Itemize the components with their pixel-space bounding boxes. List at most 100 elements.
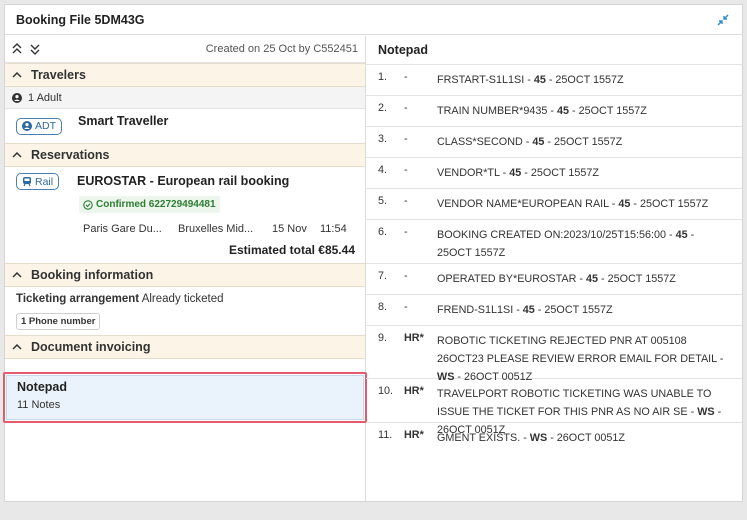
notepad-list: 1. - FRSTART-S1L1SI - 45 - 25OCT 1557Z 2. - T… [366,64,742,453]
notepad-card[interactable]: Notepad 11 Notes [6,375,364,420]
notepad-card-count: 11 Notes [17,399,61,411]
traveler-type-label: ADT [35,120,56,132]
note-number: 7. [378,270,388,282]
section-booking-info-label: Booking information [31,268,154,282]
section-document-invoicing[interactable]: Document invoicing [5,335,365,359]
note-type: - [404,133,408,145]
note-text: VENDOR NAME*EUROPEAN RAIL - 45 - 25OCT 1… [437,195,730,213]
chevron-up-icon [12,71,22,78]
note-agent: WS [529,432,548,444]
note-body: GMENT EXISTS. - [437,432,530,444]
note-row[interactable]: 9. HR* ROBOTIC TICKETING REJECTED PNR AT 0… [366,325,742,383]
note-stamp: - 25OCT 1557Z [545,74,624,86]
note-type: - [404,195,408,207]
created-info: Created on 25 Oct by C552451 [205,43,358,55]
note-text: VENDOR*TL - 45 - 25OCT 1557Z [437,164,730,182]
note-body: BOOKING CREATED ON:2023/10/25T15:56:00 - [437,229,676,241]
note-type: - [404,164,408,176]
note-text: TRAIN NUMBER*9435 - 45 - 25OCT 1557Z [437,102,730,120]
section-reservations-label: Reservations [31,148,110,162]
note-number: 2. [378,102,388,114]
note-type: - [404,270,408,282]
expand-all-icon[interactable] [12,43,24,55]
traveler-name[interactable]: Smart Traveller [78,114,168,128]
collapse-icon[interactable] [715,12,731,28]
estimated-total: Estimated total €85.44 [228,243,355,257]
note-row[interactable]: 6. - BOOKING CREATED ON:2023/10/25T15:56:0… [366,219,742,263]
reservation-card[interactable]: Rail EUROSTAR - European rail booking Co… [5,167,365,263]
note-body: OPERATED BY*EUROSTAR - [437,273,586,285]
note-text: BOOKING CREATED ON:2023/10/25T15:56:00 -… [437,226,730,262]
notepad-card-title: Notepad [17,380,67,394]
note-row[interactable]: 10. HR* TRAVELPORT ROBOTIC TICKETING WAS U… [366,378,742,436]
note-row[interactable]: 2. - TRAIN NUMBER*9435 - 45 - 25OCT 1557Z [366,95,742,126]
chevron-up-icon [12,151,22,158]
ticketing-arrangement: Ticketing arrangement Already ticketed [16,293,354,305]
ticketing-label: Ticketing arrangement [16,293,140,305]
note-number: 11. [378,429,393,441]
note-agent: WS [437,371,455,383]
note-agent: 45 [533,74,546,86]
note-agent: WS [697,406,715,418]
note-type: - [404,71,408,83]
departure-date: 15 Nov [272,223,307,235]
ticketing-value: Already ticketed [141,293,224,305]
section-reservations[interactable]: Reservations [5,143,365,167]
note-agent: 45 [618,198,631,210]
train-icon [23,177,31,187]
collapse-all-icon[interactable] [30,43,42,55]
user-icon [12,92,22,103]
title-bar: Booking File 5DM43G [5,5,742,35]
note-text: FREND-S1L1SI - 45 - 25OCT 1557Z [437,301,730,319]
window-title: Booking File 5DM43G [16,12,145,27]
traveler-row[interactable]: ADT Smart Traveller [5,109,365,143]
note-row[interactable]: 5. - VENDOR NAME*EUROPEAN RAIL - 45 - 25OC… [366,188,742,219]
note-body: ROBOTIC TICKETING REJECTED PNR AT 005108… [437,335,724,365]
section-booking-information[interactable]: Booking information [5,263,365,287]
note-agent: 45 [557,105,570,117]
note-number: 9. [378,332,388,344]
note-type: HR* [404,385,424,397]
note-type: - [404,226,408,238]
section-travelers-label: Travelers [31,68,86,82]
rail-badge-label: Rail [35,175,54,188]
reservation-title[interactable]: EUROSTAR - European rail booking [77,174,289,188]
booking-file-window: Booking File 5DM43G Created on 25 Oct by… [3,4,743,502]
note-number: 6. [378,226,388,238]
note-stamp: - 25OCT 1557Z [598,273,676,285]
phone-number-chip[interactable]: 1 Phone number [16,313,101,330]
note-agent: 45 [532,136,545,148]
traveler-type-badge: ADT [16,117,62,135]
note-row[interactable]: 1. - FRSTART-S1L1SI - 45 - 25OCT 1557Z [366,64,742,95]
note-row[interactable]: 3. - CLASS*SECOND - 45 - 25OCT 1557Z [366,126,742,157]
note-row[interactable]: 4. - VENDOR*TL - 45 - 25OCT 1557Z [366,157,742,188]
note-row[interactable]: 7. - OPERATED BY*EUROSTAR - 45 - 25OCT 155… [366,263,742,294]
section-document-invoicing-label: Document invoicing [31,340,151,354]
note-stamp: - 25OCT 1557Z [521,167,600,179]
note-number: 3. [378,133,388,145]
section-travelers[interactable]: Travelers [5,63,365,87]
note-text: GMENT EXISTS. - WS - 26OCT 0051Z [437,429,730,447]
note-body: TRAIN NUMBER*9435 - [437,105,557,117]
status-text: Confirmed 622729494481 [96,199,216,210]
chevron-up-icon [12,343,22,350]
note-body: CLASS*SECOND - [437,136,533,148]
note-text: CLASS*SECOND - 45 - 25OCT 1557Z [437,133,730,151]
travelers-summary: 1 Adult [5,87,365,109]
note-body: TRAVELPORT ROBOTIC TICKETING WAS UNABLE … [437,388,712,418]
rail-badge: Rail [16,173,60,190]
summary-toolbar: Created on 25 Oct by C552451 [5,36,365,63]
note-number: 10. [378,385,394,397]
note-stamp: - 25OCT 1557Z [544,136,623,148]
note-stamp: - 25OCT 1557Z [569,105,647,117]
note-agent: 45 [509,167,522,179]
note-stamp: - 26OCT 0051Z [547,432,626,444]
note-row[interactable]: 8. - FREND-S1L1SI - 45 - 25OCT 1557Z [366,294,742,325]
note-body: FRSTART-S1L1SI - [437,74,534,86]
user-icon [22,121,32,131]
note-type: HR* [404,332,424,344]
check-circle-icon [83,199,93,210]
note-stamp: - 25OCT 1557Z [534,304,613,316]
booking-summary-pane: Created on 25 Oct by C552451 Travelers 1… [3,36,367,501]
note-agent: 45 [675,229,688,241]
